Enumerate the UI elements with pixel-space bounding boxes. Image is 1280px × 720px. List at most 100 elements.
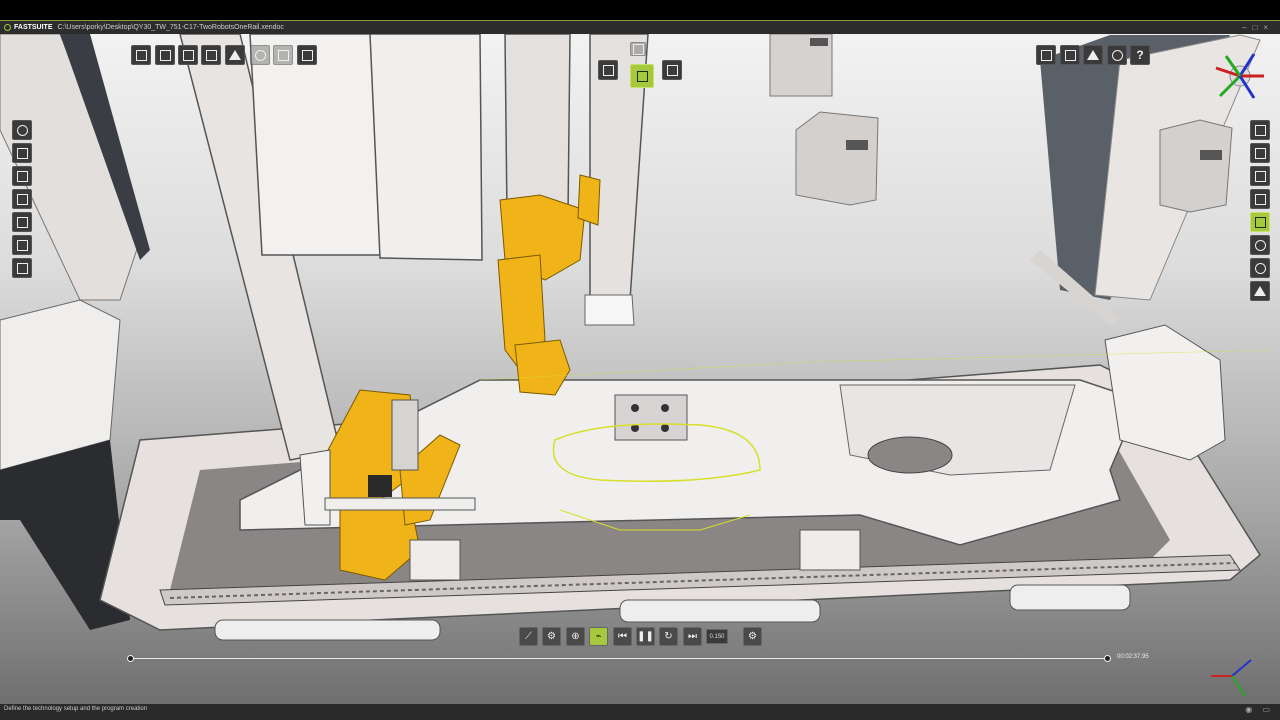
fixture-block-center [614,394,688,441]
speed-input[interactable]: 0.150 [706,629,728,644]
fixture-hole [661,424,669,432]
path-button[interactable]: ⟋ [519,627,538,646]
target-button[interactable]: ⊕ [566,627,585,646]
timeline-start-handle[interactable] [127,655,134,662]
column-foot [584,294,635,326]
skip-back-button[interactable]: ⏮ [613,627,632,646]
link-icon [254,49,266,61]
pen-button[interactable] [297,45,317,65]
exit-icon [16,262,28,274]
markers-icon [1254,286,1266,296]
status-message: Define the technology setup and the prog… [4,706,148,712]
save-button[interactable] [155,45,175,65]
move-button[interactable] [12,143,32,163]
fixture-hole [661,404,669,412]
properties-icon [1254,124,1266,136]
help-button[interactable]: ? [1130,45,1150,65]
help-icon: ? [1136,48,1144,62]
rail-carriage-1 [409,539,461,581]
robot-cell-scene[interactable] [0,34,1280,704]
axis-triad [1211,659,1252,697]
loop-button[interactable]: ↻ [659,627,678,646]
measure-icon [16,170,28,182]
timeline-playhead[interactable] [1104,655,1111,662]
snap-button[interactable] [12,189,32,209]
robot-upper-wrist [577,174,601,226]
layers-button[interactable] [1083,45,1103,65]
layers-icon [1087,50,1099,60]
open-button[interactable] [131,45,151,65]
visibility-button[interactable] [1250,235,1270,255]
save-icon [159,49,171,61]
skip-back-icon: ⏮ [618,631,627,642]
path-icon: ⟋ [525,631,532,642]
welding-torch [391,399,419,471]
hierarchy-button[interactable] [225,45,245,65]
settings-button[interactable] [1107,45,1127,65]
inspector-icon [1254,193,1266,205]
snap-icon [16,193,28,205]
gantry-carriage-box-1 [249,34,386,256]
loop-icon: ↻ [664,631,673,642]
settings-icon [1254,262,1266,274]
properties-button[interactable] [1250,120,1270,140]
robot-program-icon [636,70,648,82]
app-name: FASTSUITE [14,24,53,31]
control-cabinet-2 [795,111,879,206]
lower-robot-crossbar [324,497,476,511]
document-button[interactable] [178,45,198,65]
status-icons[interactable]: ◉ ▭ [1245,704,1274,715]
screen-top-black-bar [0,0,1280,20]
cabinet-panel-1 [810,38,828,46]
link-button[interactable] [250,45,270,65]
export-button[interactable] [201,45,221,65]
move-icon [16,147,28,159]
pause-icon: ❚❚ [637,631,654,642]
gear-icon: ⚙ [547,631,556,642]
inspector-button[interactable] [1250,189,1270,209]
rail-carriage-2 [799,529,861,571]
layout-grid-button[interactable] [1036,45,1056,65]
lower-robot-bracket [299,449,331,526]
skip-forward-button[interactable]: ⏭ [683,627,702,646]
triad-z-icon [1231,659,1252,677]
skip-forward-icon: ⏭ [688,631,697,642]
pause-button[interactable]: ❚❚ [636,627,655,646]
timeline-slider[interactable] [131,658,1108,659]
report-button[interactable] [12,235,32,255]
select-button[interactable] [12,120,32,140]
simulate-settings-button[interactable]: ⚙ [542,627,561,646]
exit-button[interactable] [12,258,32,278]
pen-icon [301,49,313,61]
window-controls[interactable]: –□× [1242,21,1274,35]
robot-sim-button[interactable]: ⌁ [589,627,608,646]
document-icon [182,49,194,61]
program-icon [602,64,614,76]
time-display: 00:02:37.95 [1117,654,1149,660]
title-bar: FASTSUITE C:\Users\porky\Desktop\QY30_TW… [0,20,1280,34]
report-icon [16,239,28,251]
table-icon [16,216,28,228]
catalog-button[interactable] [1250,166,1270,186]
export-icon [205,49,217,61]
cube-button[interactable] [1060,45,1080,65]
robot-program-button[interactable] [630,64,654,88]
cable-carrier-3 [1009,584,1131,611]
axis-button[interactable] [1250,212,1270,232]
chart-button[interactable] [662,60,682,80]
measure-button[interactable] [12,166,32,186]
grid-button[interactable] [273,45,293,65]
speed-settings-button[interactable]: ⚙ [743,627,762,646]
library-button[interactable] [1250,143,1270,163]
3d-viewport[interactable]: ? [0,34,1280,704]
control-cabinet-3 [1159,119,1233,213]
program-button[interactable] [598,60,618,80]
fixture-clamp-end [1104,324,1226,461]
cabinet-panel-2 [846,140,868,150]
view-orientation-widget[interactable] [1208,48,1272,104]
table-button[interactable] [12,212,32,232]
cube-icon [1064,49,1076,61]
layout-button[interactable] [630,42,646,56]
right-settings-button[interactable] [1250,258,1270,278]
markers-button[interactable] [1250,281,1270,301]
